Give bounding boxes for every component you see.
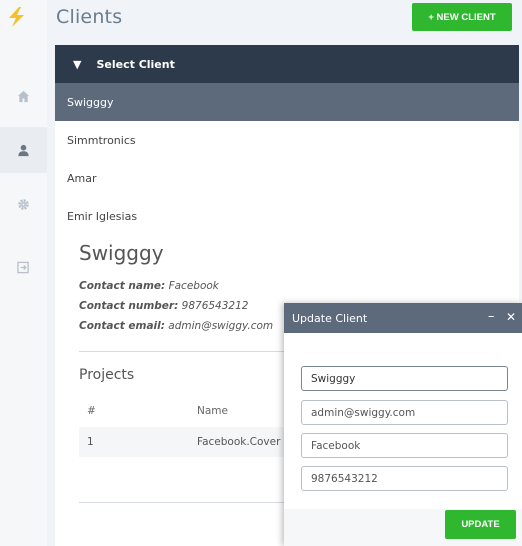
client-list-item[interactable]: Emir Iglesias (55, 197, 519, 235)
new-client-button[interactable]: + NEW CLIENT (412, 3, 512, 31)
client-list-item[interactable]: Amar (55, 159, 519, 197)
caret-down-icon: ▼ (73, 57, 82, 71)
sidebar-item-logout[interactable] (0, 244, 47, 290)
close-icon[interactable]: ✕ (506, 309, 516, 325)
client-list-item[interactable]: Swigggy (55, 83, 519, 121)
sidebar-item-clients[interactable] (0, 127, 47, 173)
update-client-modal: Update Client – ✕ UPDATE (284, 303, 522, 546)
sidebar-item-settings[interactable] (0, 181, 47, 227)
contact-email-label: Contact email: (79, 320, 165, 332)
project-number-cell: 1 (87, 436, 94, 448)
lightning-logo-icon[interactable] (4, 6, 30, 28)
gear-icon (18, 198, 29, 210)
header: Clients + NEW CLIENT (47, 0, 522, 45)
client-name-heading: Swigggy (79, 241, 164, 265)
user-icon (18, 144, 29, 156)
project-name-cell: Facebook.Cover (197, 436, 281, 448)
contact-name-value: Facebook (168, 280, 219, 292)
modal-body (284, 333, 522, 509)
contact-number-value: 9876543212 (181, 300, 249, 312)
select-client-header[interactable]: ▼ Select Client (55, 45, 519, 83)
contact-number-label: Contact number: (79, 300, 179, 312)
page-title: Clients (56, 6, 123, 28)
contact-name-label: Contact name: (79, 280, 166, 292)
client-name-input[interactable] (301, 366, 508, 391)
projects-col-name: Name (197, 405, 228, 417)
modal-title: Update Client (292, 311, 368, 325)
modal-header: Update Client – ✕ (284, 303, 522, 333)
contact-email-value: admin@swiggy.com (168, 320, 274, 332)
sidebar-item-home[interactable] (0, 73, 47, 119)
contact-name-row: Contact name: Facebook (79, 280, 219, 292)
email-input[interactable] (301, 400, 508, 425)
projects-heading: Projects (79, 367, 135, 383)
client-list-item[interactable]: Simmtronics (55, 121, 519, 159)
contact-number-row: Contact number: 9876543212 (79, 300, 248, 312)
projects-col-number: # (87, 405, 96, 417)
home-icon (17, 90, 30, 102)
update-button[interactable]: UPDATE (445, 510, 516, 539)
sidebar (0, 0, 47, 546)
minimize-icon[interactable]: – (488, 309, 495, 325)
select-client-label: Select Client (96, 57, 175, 71)
sign-out-icon (17, 261, 29, 273)
contact-number-input[interactable] (301, 466, 508, 491)
client-list: ▼ Select Client Swigggy Simmtronics Amar… (55, 45, 519, 235)
contact-name-input[interactable] (301, 433, 508, 458)
contact-email-row: Contact email: admin@swiggy.com (79, 320, 273, 332)
